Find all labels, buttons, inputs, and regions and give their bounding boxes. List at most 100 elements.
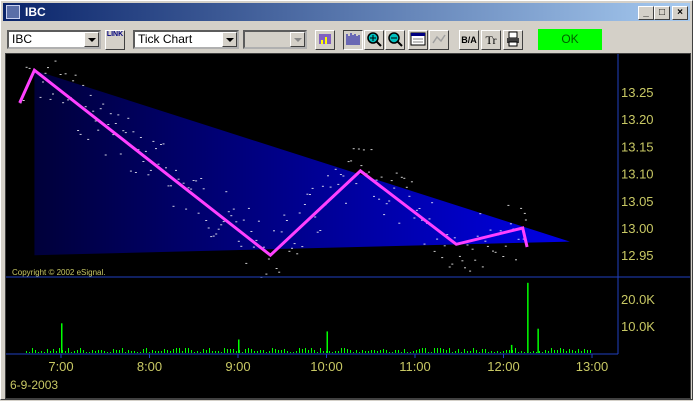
volume-bar <box>179 348 180 353</box>
time-tick-label: 7:00 <box>48 359 73 374</box>
volume-bar <box>437 348 438 353</box>
tick-mark <box>265 273 268 275</box>
study-icon[interactable] <box>315 30 335 50</box>
volume-bar <box>47 349 48 353</box>
chevron-down-icon[interactable] <box>290 32 305 47</box>
tick-mark <box>99 108 102 110</box>
tick-mark <box>515 259 517 261</box>
volume-bar <box>299 348 300 353</box>
chart-area[interactable]: 13.25 13.20 13.15 13.10 13.05 13.00 12.95 20.0… <box>5 46 691 399</box>
tick-mark <box>436 238 439 240</box>
bid-ask-button[interactable]: B/A <box>459 30 479 50</box>
tick-mark <box>28 67 31 69</box>
volume-bar <box>476 350 477 353</box>
link-label: LINK <box>106 31 124 38</box>
volume-bar <box>59 348 60 353</box>
volume-bar <box>137 352 138 353</box>
volume-bar <box>323 351 324 353</box>
tick-mark <box>25 66 28 68</box>
volume-bar <box>203 349 204 353</box>
tick-mark <box>494 251 497 253</box>
tick-mark <box>283 214 286 216</box>
volume-bar <box>485 349 486 353</box>
tick-mark <box>79 133 82 135</box>
maximize-button[interactable]: □ <box>654 6 670 20</box>
close-button[interactable]: × <box>672 6 688 20</box>
tick-mark <box>321 185 324 187</box>
tick-mark <box>62 102 65 104</box>
volume-bar <box>188 348 189 353</box>
tick-mark <box>237 240 240 242</box>
volume-bar <box>143 349 144 353</box>
minimize-button[interactable]: _ <box>638 6 654 20</box>
ok-button[interactable]: OK <box>538 29 602 50</box>
tick-mark <box>433 250 436 252</box>
zoom-in-icon[interactable] <box>364 30 384 50</box>
volume-bar <box>38 352 39 353</box>
tick-mark <box>74 74 77 76</box>
printer-icon[interactable] <box>503 30 523 50</box>
volume-bar <box>101 350 102 353</box>
volume-bar <box>227 349 228 353</box>
tick-mark <box>285 220 288 221</box>
line-tool-icon[interactable] <box>429 30 449 50</box>
tick-mark <box>114 123 117 124</box>
tick-mark <box>443 245 446 247</box>
tick-mark <box>67 99 70 101</box>
volume-bar <box>557 350 558 353</box>
tick-mark <box>350 160 353 162</box>
chevron-down-icon[interactable] <box>84 32 99 47</box>
tick-mark <box>423 243 426 245</box>
tick-mark <box>288 250 291 252</box>
volume-bar <box>110 352 111 353</box>
tick-mark <box>311 187 314 189</box>
chart-type-combo[interactable]: Tick Chart <box>133 30 239 49</box>
volume-bar <box>377 351 378 353</box>
volume-bar <box>200 352 201 353</box>
volume-bar <box>413 351 414 353</box>
volume-bar <box>329 351 330 353</box>
data-window-icon[interactable] <box>408 30 428 50</box>
zoom-out-icon[interactable] <box>385 30 405 50</box>
volume-bar <box>173 349 174 353</box>
volume-bar <box>83 350 84 353</box>
volume-bar <box>35 350 36 353</box>
tick-mark <box>509 223 512 225</box>
title-bar[interactable]: IBC _ □ × <box>3 3 690 21</box>
tick-mark <box>215 233 218 235</box>
link-button[interactable]: LINK <box>105 30 125 50</box>
chevron-down-icon[interactable] <box>222 32 237 47</box>
tick-mark <box>84 106 87 108</box>
volume-bar <box>449 348 450 353</box>
tick-mark <box>142 161 145 162</box>
volume-bar <box>122 348 123 353</box>
tick-mark <box>22 100 25 101</box>
interval-combo[interactable] <box>243 30 307 49</box>
tick-mark <box>380 176 383 178</box>
volume-bar <box>533 351 534 353</box>
volume-bar <box>371 350 372 353</box>
volume-bar <box>560 348 561 353</box>
trade-button[interactable]: Tr <box>481 30 501 50</box>
price-tick-label: 13.10 <box>621 167 654 182</box>
tick-mark <box>170 185 172 187</box>
ok-label: OK <box>561 32 579 46</box>
volume-bar <box>74 351 75 353</box>
volume-bar <box>395 350 396 353</box>
price-chart[interactable]: 13.25 13.20 13.15 13.10 13.05 13.00 12.95 20.0… <box>6 46 690 398</box>
tick-mark <box>390 180 393 182</box>
volume-bar <box>194 352 195 353</box>
tick-mark <box>52 93 54 95</box>
tick-mark <box>296 253 299 255</box>
tick-mark <box>362 149 365 151</box>
tick-mark <box>451 263 454 265</box>
tick-mark <box>476 235 479 237</box>
tick-mark <box>227 211 230 213</box>
symbol-combo[interactable]: IBC <box>7 30 101 49</box>
volume-bar <box>266 352 267 353</box>
app-icon[interactable] <box>6 5 20 19</box>
bar-chart-icon[interactable] <box>343 30 363 50</box>
tick-mark <box>200 178 203 179</box>
tick-mark <box>291 247 293 249</box>
volume-bar <box>281 350 282 353</box>
